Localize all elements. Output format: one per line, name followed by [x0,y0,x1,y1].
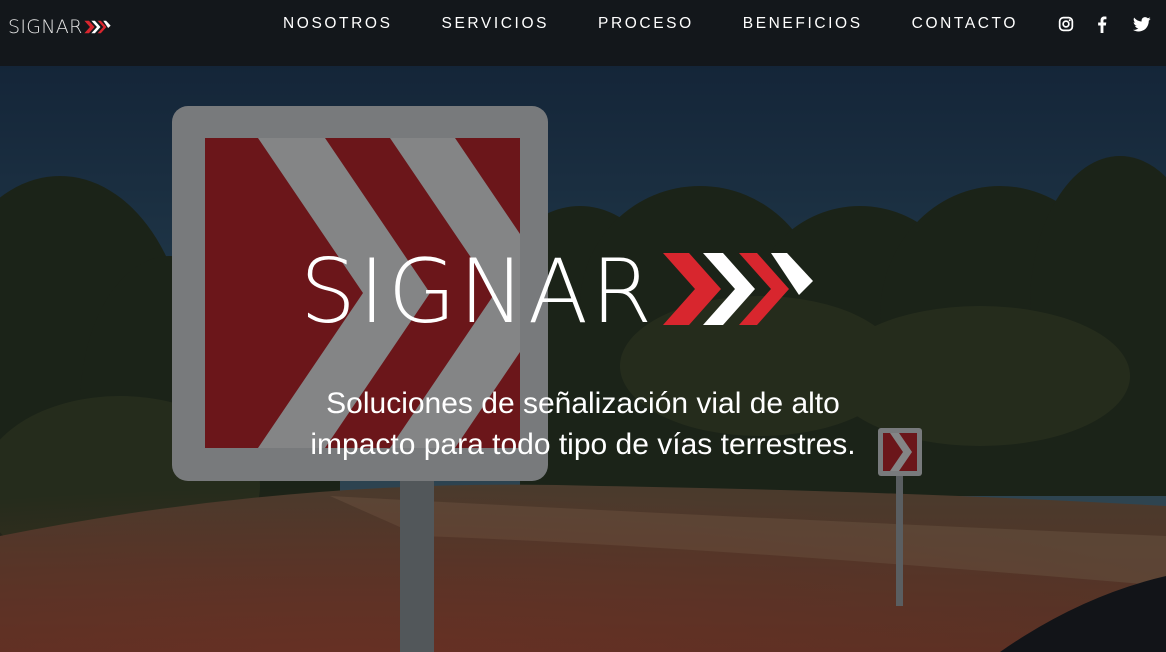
hero-section: SIGNAR Soluciones de señalización vial d… [0,66,1166,652]
hero-tagline: Soluciones de señalización vial de alto … [283,383,883,465]
top-navbar: SIGNAR NOSOTROS SERVICIOS PROCESO BENEFI… [0,0,1166,66]
hero-logo: SIGNAR [300,240,817,343]
instagram-icon [1058,16,1074,32]
nav-link-proceso[interactable]: PROCESO [598,16,694,32]
hero-tagline-line-1: Soluciones de señalización vial de alto [326,387,840,420]
instagram-link[interactable] [1058,16,1074,32]
social-links [1058,12,1151,36]
hero-dark-overlay [0,66,1166,652]
brand-logo-link[interactable]: SIGNAR [8,15,111,39]
twitter-icon [1133,16,1151,31]
nav-link-beneficios[interactable]: BENEFICIOS [743,16,863,32]
hero-title: SIGNAR [300,240,656,343]
nav-link-nosotros[interactable]: NOSOTROS [283,16,393,32]
nav-link-contacto[interactable]: CONTACTO [912,16,1018,32]
nav-link-servicios[interactable]: SERVICIOS [442,16,550,32]
chevron-arrows-logo-icon [663,253,814,325]
main-menu: NOSOTROS SERVICIOS PROCESO BENEFICIOS CO… [283,0,1067,48]
facebook-link[interactable] [1097,15,1107,33]
twitter-link[interactable] [1133,16,1151,32]
hero-tagline-line-2: impacto para todo tipo de vías terrestre… [310,428,856,461]
chevron-arrows-logo-icon [83,20,111,34]
facebook-icon [1098,15,1107,33]
brand-logo-text: SIGNAR [8,15,83,38]
